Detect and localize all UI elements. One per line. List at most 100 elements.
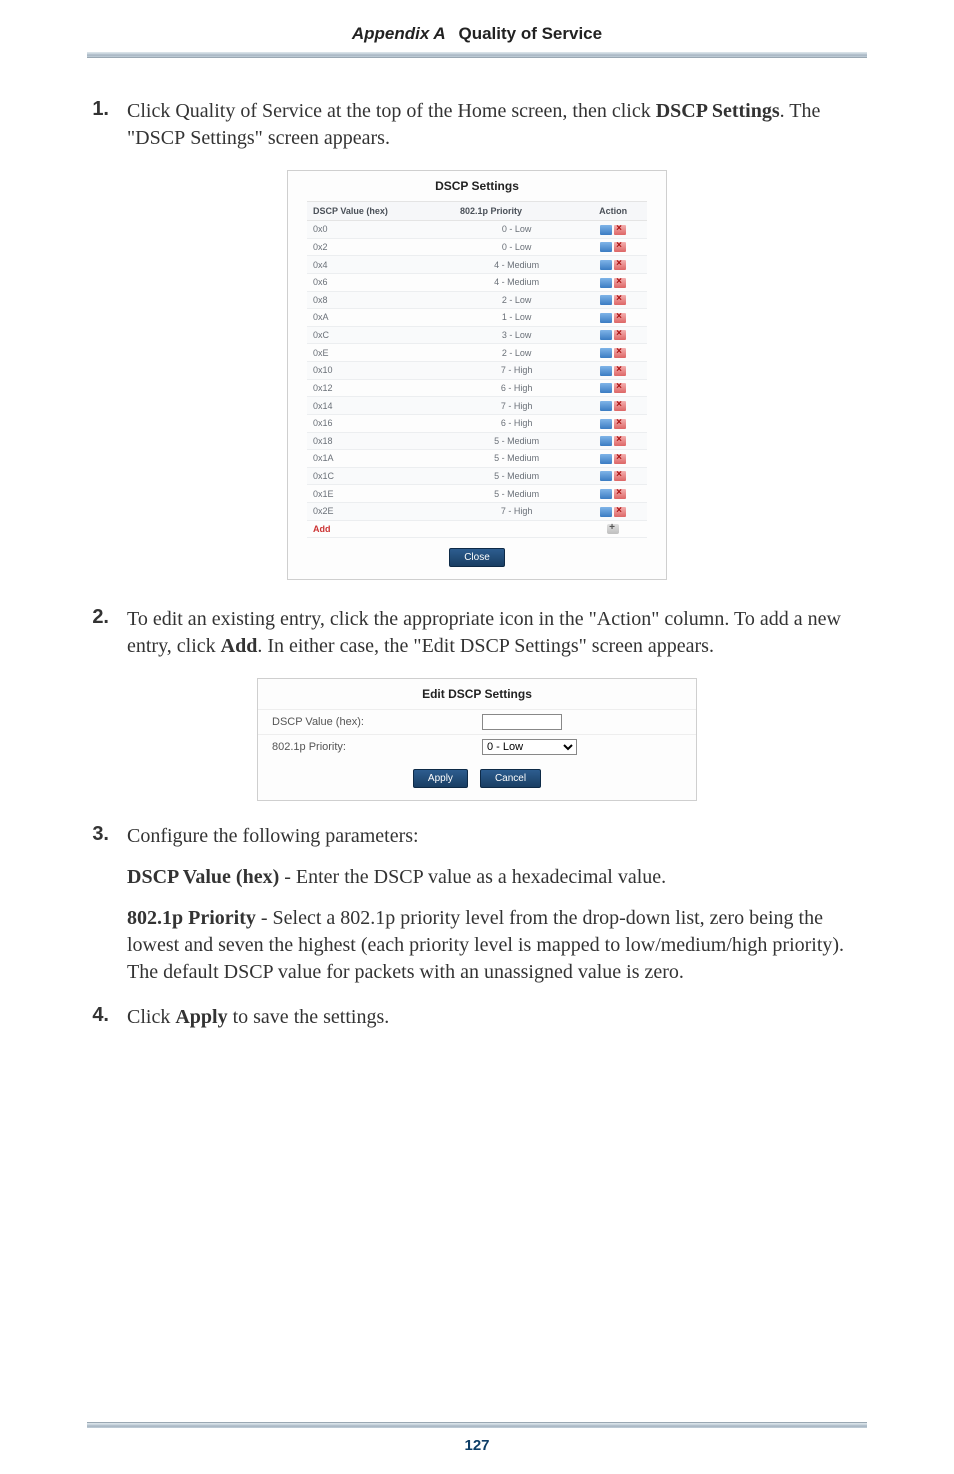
delete-icon[interactable] — [614, 454, 626, 464]
cell-priority: 2 - Low — [454, 291, 579, 309]
cell-hex: 0x1C — [307, 467, 454, 485]
delete-icon[interactable] — [614, 366, 626, 376]
cell-action — [579, 362, 647, 380]
table-row: 0x20 - Low — [307, 238, 647, 256]
delete-icon[interactable] — [614, 401, 626, 411]
cell-action — [579, 326, 647, 344]
add-icon[interactable] — [607, 524, 619, 534]
edit-icon[interactable] — [600, 313, 612, 323]
delete-icon[interactable] — [614, 507, 626, 517]
cell-hex: 0x2 — [307, 238, 454, 256]
cell-priority: 6 - High — [454, 379, 579, 397]
delete-icon[interactable] — [614, 278, 626, 288]
header-divider — [87, 52, 867, 58]
step-1-number: 1. — [87, 98, 109, 152]
edit-row-hex: DSCP Value (hex): — [258, 709, 696, 734]
edit-priority-label: 802.1p Priority: — [272, 741, 482, 753]
cell-hex: 0x1E — [307, 485, 454, 503]
cell-hex: 0x18 — [307, 432, 454, 450]
edit-icon[interactable] — [600, 489, 612, 499]
dscp-table: DSCP Value (hex) 802.1p Priority Action … — [307, 201, 647, 538]
cell-action — [579, 450, 647, 468]
cell-hex: 0x10 — [307, 362, 454, 380]
delete-icon[interactable] — [614, 489, 626, 499]
edit-hex-label: DSCP Value (hex): — [272, 716, 482, 728]
cell-action — [579, 397, 647, 415]
dscp-col-action: Action — [579, 202, 647, 221]
close-button[interactable]: Close — [449, 548, 505, 567]
cancel-button[interactable]: Cancel — [480, 769, 541, 788]
delete-icon[interactable] — [614, 436, 626, 446]
cell-action — [579, 344, 647, 362]
cell-hex: 0x16 — [307, 414, 454, 432]
edit-icon[interactable] — [600, 225, 612, 235]
table-row: 0x147 - High — [307, 397, 647, 415]
delete-icon[interactable] — [614, 348, 626, 358]
step-4-number: 4. — [87, 1004, 109, 1031]
delete-icon[interactable] — [614, 225, 626, 235]
dscp-hex-input[interactable] — [482, 714, 562, 730]
edit-panel-title: Edit DSCP Settings — [258, 679, 696, 709]
cell-action — [579, 379, 647, 397]
cell-action — [579, 414, 647, 432]
edit-icon[interactable] — [600, 454, 612, 464]
step-4: 4. Click Apply to save the settings. — [87, 1004, 867, 1031]
edit-icon[interactable] — [600, 348, 612, 358]
delete-icon[interactable] — [614, 260, 626, 270]
cell-hex: 0x12 — [307, 379, 454, 397]
cell-priority: 1 - Low — [454, 309, 579, 327]
cell-priority: 7 - High — [454, 397, 579, 415]
dscp-col-hex: DSCP Value (hex) — [307, 202, 454, 221]
table-row-add: Add — [307, 520, 647, 538]
page-header: Appendix A Quality of Service — [0, 0, 954, 64]
cell-action — [579, 221, 647, 239]
dscp-col-priority: 802.1p Priority — [454, 202, 579, 221]
delete-icon[interactable] — [614, 383, 626, 393]
cell-hex: 0x0 — [307, 221, 454, 239]
cell-hex: 0xA — [307, 309, 454, 327]
add-label[interactable]: Add — [307, 520, 454, 538]
table-row: 0x185 - Medium — [307, 432, 647, 450]
cell-priority: 7 - High — [454, 503, 579, 521]
edit-icon[interactable] — [600, 242, 612, 252]
edit-icon[interactable] — [600, 401, 612, 411]
cell-priority: 4 - Medium — [454, 256, 579, 274]
apply-button[interactable]: Apply — [413, 769, 468, 788]
edit-icon[interactable] — [600, 383, 612, 393]
edit-icon[interactable] — [600, 366, 612, 376]
table-row: 0x1E5 - Medium — [307, 485, 647, 503]
delete-icon[interactable] — [614, 313, 626, 323]
step-4-text: Click Apply to save the settings. — [127, 1004, 389, 1031]
cell-action — [579, 467, 647, 485]
edit-icon[interactable] — [600, 471, 612, 481]
edit-row-priority: 802.1p Priority: 0 - Low — [258, 734, 696, 759]
dscp-panel-footer: Close — [288, 538, 666, 579]
edit-icon[interactable] — [600, 507, 612, 517]
step-3: 3. Configure the following parameters: — [87, 823, 867, 850]
dscp-panel-title: DSCP Settings — [288, 171, 666, 201]
edit-icon[interactable] — [600, 330, 612, 340]
page-number: 127 — [0, 1437, 954, 1454]
cell-priority: 5 - Medium — [454, 485, 579, 503]
cell-hex: 0xE — [307, 344, 454, 362]
priority-select[interactable]: 0 - Low — [482, 739, 577, 755]
edit-icon[interactable] — [600, 278, 612, 288]
edit-icon[interactable] — [600, 260, 612, 270]
edit-icon[interactable] — [600, 295, 612, 305]
table-row: 0x107 - High — [307, 362, 647, 380]
table-row: 0x64 - Medium — [307, 273, 647, 291]
cell-action — [579, 309, 647, 327]
delete-icon[interactable] — [614, 295, 626, 305]
edit-icon[interactable] — [600, 419, 612, 429]
delete-icon[interactable] — [614, 330, 626, 340]
delete-icon[interactable] — [614, 242, 626, 252]
cell-priority: 6 - High — [454, 414, 579, 432]
cell-action — [579, 485, 647, 503]
delete-icon[interactable] — [614, 471, 626, 481]
delete-icon[interactable] — [614, 419, 626, 429]
header-appendix: Appendix A — [352, 24, 446, 43]
cell-hex: 0x14 — [307, 397, 454, 415]
header-title: Appendix A Quality of Service — [0, 24, 954, 44]
edit-icon[interactable] — [600, 436, 612, 446]
table-row: 0x126 - High — [307, 379, 647, 397]
